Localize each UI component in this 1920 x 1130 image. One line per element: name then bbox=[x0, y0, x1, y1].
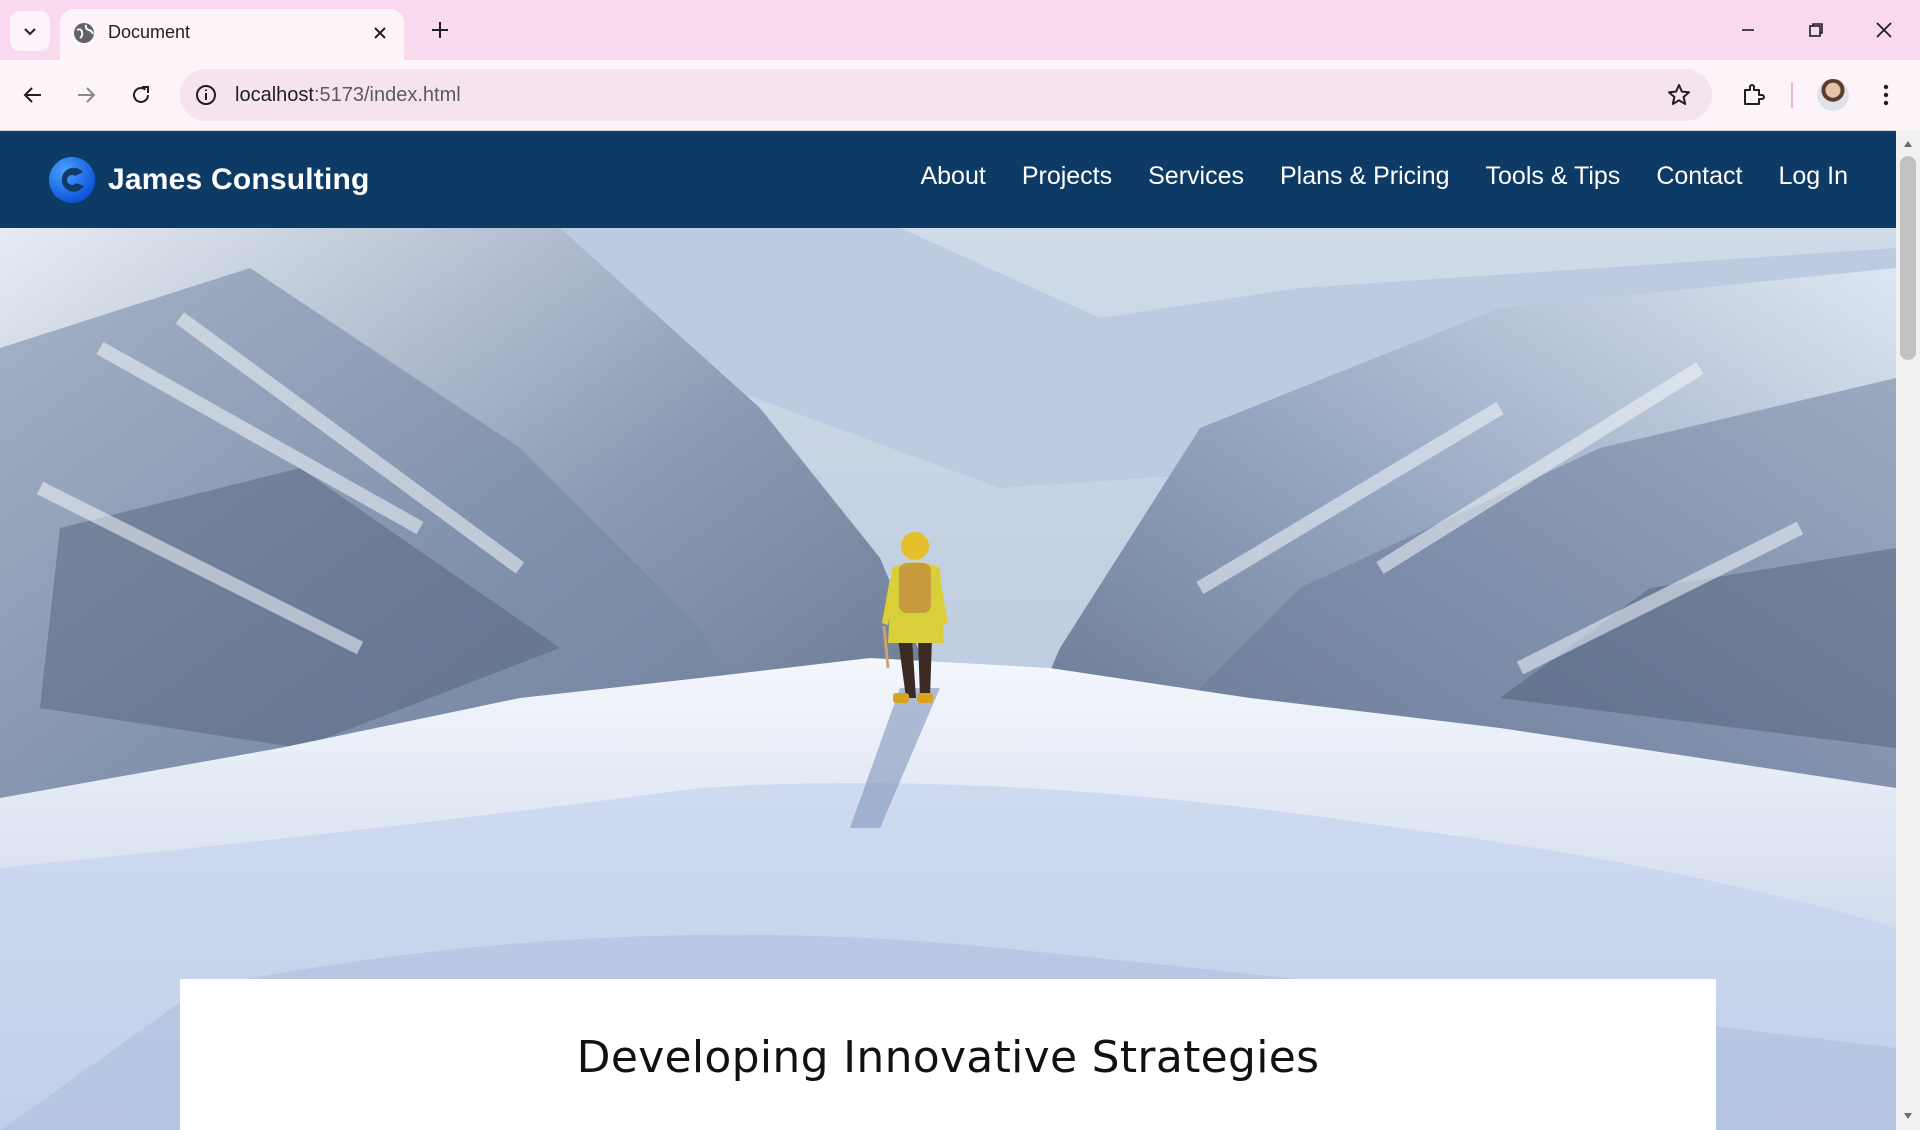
nav-projects[interactable]: Projects bbox=[1022, 162, 1112, 191]
plus-icon bbox=[432, 22, 448, 38]
triangle-down-icon bbox=[1904, 1113, 1912, 1119]
extensions-icon bbox=[1744, 84, 1765, 105]
profile-avatar[interactable] bbox=[1817, 79, 1849, 111]
section-heading: Developing Innovative Strategies bbox=[576, 1032, 1320, 1083]
restore-icon bbox=[1809, 23, 1823, 37]
new-tab-button[interactable] bbox=[424, 14, 456, 46]
main-nav: About Projects Services Plans & Pricing … bbox=[920, 162, 1848, 191]
brand-logo-icon bbox=[49, 157, 95, 203]
close-icon[interactable] bbox=[368, 21, 392, 45]
nav-contact[interactable]: Contact bbox=[1656, 162, 1742, 191]
minimize-button[interactable] bbox=[1724, 10, 1772, 50]
brand[interactable]: James Consulting bbox=[48, 156, 370, 204]
url-path: :5173/index.html bbox=[313, 84, 461, 106]
nav-services[interactable]: Services bbox=[1148, 162, 1244, 191]
page-scrollbar[interactable] bbox=[1896, 130, 1920, 1130]
back-button[interactable] bbox=[13, 75, 53, 115]
nav-login[interactable]: Log In bbox=[1778, 162, 1848, 191]
scroll-up-arrow[interactable] bbox=[1896, 134, 1920, 154]
url-text: localhost:5173/index.html bbox=[235, 84, 461, 107]
scroll-down-arrow[interactable] bbox=[1896, 1106, 1920, 1126]
browser-tab[interactable]: Document bbox=[60, 9, 404, 60]
extensions-button[interactable] bbox=[1735, 77, 1771, 113]
window-close-button[interactable] bbox=[1860, 10, 1908, 50]
page-viewport: James Consulting About Projects Services… bbox=[0, 130, 1896, 1130]
reload-icon bbox=[133, 86, 149, 103]
forward-button[interactable] bbox=[66, 75, 106, 115]
browser-toolbar: localhost:5173/index.html bbox=[0, 60, 1920, 130]
nav-plans-pricing[interactable]: Plans & Pricing bbox=[1280, 162, 1450, 191]
triangle-up-icon bbox=[1904, 141, 1912, 147]
forward-icon bbox=[78, 87, 96, 103]
url-host: localhost bbox=[235, 84, 314, 106]
back-icon bbox=[23, 87, 41, 103]
scroll-thumb[interactable] bbox=[1900, 156, 1916, 360]
site-header: James Consulting About Projects Services… bbox=[0, 131, 1896, 228]
tab-search-button[interactable] bbox=[10, 11, 50, 51]
tab-title: Document bbox=[108, 22, 191, 42]
nav-about[interactable]: About bbox=[920, 162, 985, 191]
address-bar[interactable]: localhost:5173/index.html bbox=[180, 69, 1712, 121]
browser-tabstrip: Document bbox=[0, 0, 1920, 60]
chevron-down-icon bbox=[24, 28, 36, 36]
nav-tools-tips[interactable]: Tools & Tips bbox=[1486, 162, 1621, 191]
star-icon[interactable] bbox=[1666, 82, 1692, 108]
intro-card: Developing Innovative Strategies bbox=[180, 979, 1716, 1130]
brand-name: James Consulting bbox=[108, 163, 370, 196]
menu-icon bbox=[1883, 84, 1889, 106]
reload-button[interactable] bbox=[121, 75, 161, 115]
restore-button[interactable] bbox=[1792, 10, 1840, 50]
globe-icon bbox=[74, 23, 94, 43]
toolbar-divider bbox=[1791, 82, 1793, 108]
minimize-icon bbox=[1742, 29, 1754, 31]
menu-button[interactable] bbox=[1868, 77, 1904, 113]
window-close-icon bbox=[1876, 22, 1892, 38]
info-icon[interactable] bbox=[194, 83, 218, 107]
